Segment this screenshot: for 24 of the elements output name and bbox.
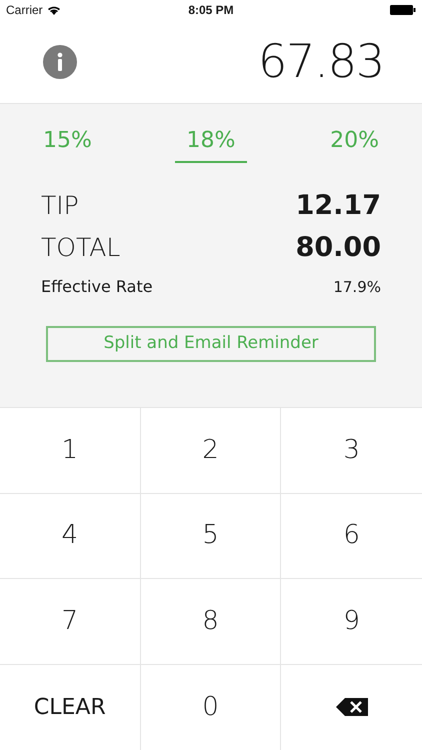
wifi-icon <box>46 5 61 15</box>
keypad-key[interactable]: 2 <box>140 408 282 494</box>
battery-icon <box>390 5 416 15</box>
keypad-key[interactable]: 5 <box>140 494 282 579</box>
keypad-key[interactable]: 0 <box>140 664 282 750</box>
keypad-key[interactable]: 8 <box>140 579 282 664</box>
result-label: TOTAL <box>41 232 120 264</box>
keypad-key[interactable]: 9 <box>281 579 422 664</box>
keypad-key[interactable]: CLEAR <box>0 664 141 750</box>
status-time: 8:05 PM <box>188 2 234 19</box>
effective-rate-label: Effective Rate <box>41 276 153 298</box>
result-label: TIP <box>41 190 79 222</box>
result-value: 12.17 <box>296 188 381 223</box>
result-value: 80.00 <box>296 230 381 265</box>
keypad-key[interactable]: 3 <box>281 408 422 494</box>
backspace-icon <box>336 698 368 716</box>
bill-amount: 67.83 <box>258 33 384 90</box>
info-icon[interactable] <box>43 44 77 78</box>
carrier-label: Carrier <box>6 2 43 19</box>
keypad-key[interactable]: 6 <box>281 494 422 579</box>
keypad-key[interactable]: 4 <box>0 494 141 579</box>
keypad-key[interactable]: 1 <box>0 408 141 494</box>
keypad-key[interactable]: 7 <box>0 579 141 664</box>
effective-rate-value: 17.9% <box>333 276 381 298</box>
